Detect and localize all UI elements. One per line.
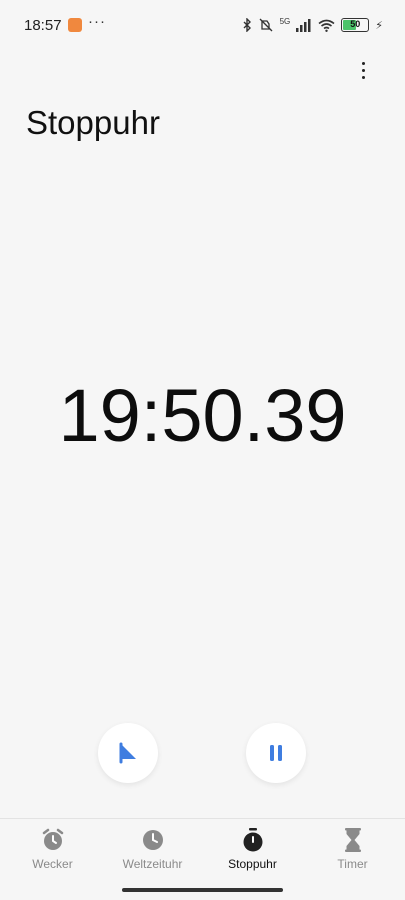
more-options-button[interactable] <box>351 58 375 82</box>
nav-label-wecker: Wecker <box>32 857 73 871</box>
app-notification-icon <box>68 18 82 32</box>
nav-item-wecker[interactable]: Wecker <box>2 827 103 879</box>
clock-icon <box>142 830 163 850</box>
page-title: Stoppuhr <box>26 104 160 141</box>
elapsed-time-display: 19:50.39 <box>58 374 347 457</box>
bluetooth-icon <box>243 18 251 32</box>
charging-icon: ⚡︎ <box>375 19 383 32</box>
more-notifications-icon: ··· <box>88 13 106 30</box>
pause-button[interactable] <box>246 723 306 783</box>
status-bar: 18:57 ··· 5G 50 ⚡︎ <box>0 0 405 52</box>
wifi-icon <box>318 19 335 32</box>
battery-icon: 50 <box>341 18 370 32</box>
nav-item-stoppuhr[interactable]: Stoppuhr <box>202 827 303 879</box>
alarm-icon <box>42 828 63 850</box>
pause-icon <box>270 745 282 761</box>
lap-button[interactable] <box>98 723 158 783</box>
nav-label-weltzeituhr: Weltzeituhr <box>122 857 183 871</box>
more-vertical-icon <box>361 61 365 65</box>
status-time: 18:57 <box>24 17 62 34</box>
signal-icon <box>296 18 311 32</box>
stopwatch-screen: 18:57 ··· 5G 50 ⚡︎ Stoppuhr 19:50.39 Wec… <box>0 0 405 900</box>
nav-item-timer[interactable]: Timer <box>302 827 403 879</box>
battery-level: 50 <box>350 19 361 29</box>
flag-icon <box>119 742 136 764</box>
mute-icon <box>259 18 273 32</box>
hourglass-icon <box>344 828 361 852</box>
stopwatch-icon <box>243 828 262 852</box>
network-type-label: 5G <box>279 16 291 26</box>
status-icons: 5G 50 ⚡︎ <box>242 17 383 33</box>
nav-label-stoppuhr: Stoppuhr <box>228 857 277 871</box>
home-indicator[interactable] <box>122 888 283 892</box>
nav-label-timer: Timer <box>337 857 368 871</box>
nav-item-weltzeituhr[interactable]: Weltzeituhr <box>102 827 203 879</box>
